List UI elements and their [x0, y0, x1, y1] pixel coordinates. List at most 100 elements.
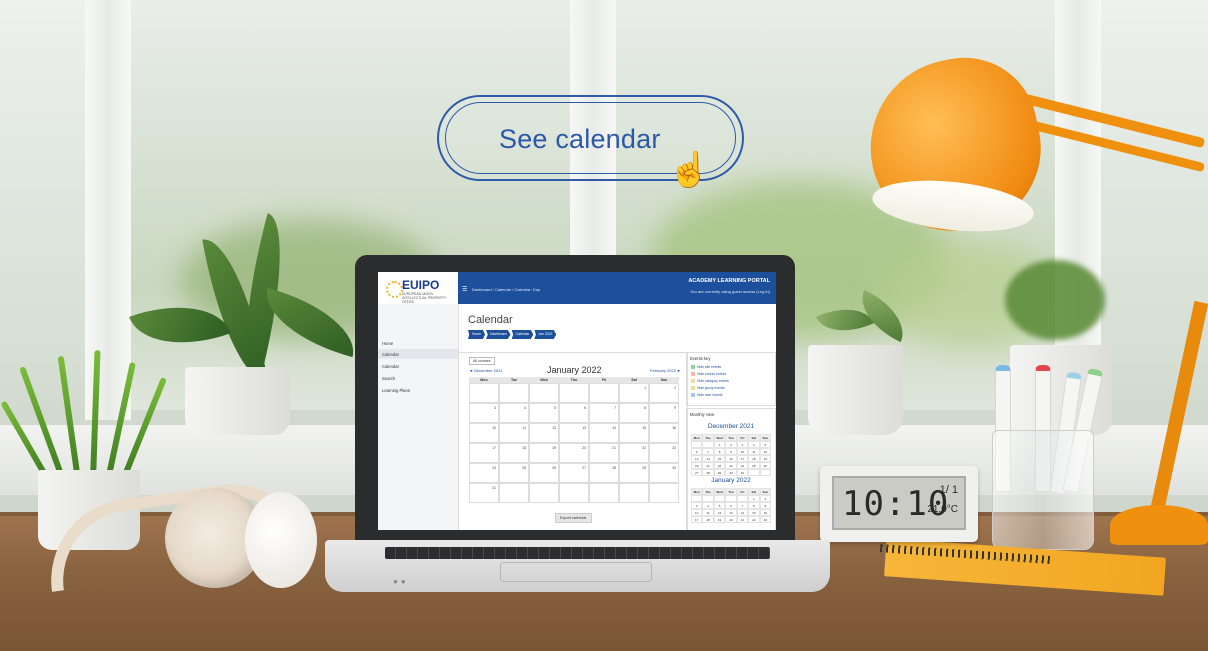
mini-day-cell[interactable]: 17 [691, 516, 703, 523]
mini-day-cell[interactable]: 24 [736, 462, 749, 469]
calendar-day-cell[interactable]: 27 [559, 463, 589, 483]
mini-day-cell[interactable]: 14 [702, 455, 714, 462]
breadcrumb-dashboard[interactable]: Dashboard [486, 330, 511, 339]
mini-day-cell[interactable]: 9 [725, 448, 737, 455]
mini-day-cell[interactable]: 12 [759, 448, 771, 455]
calendar-day-cell[interactable]: 3 [469, 403, 499, 423]
calendar-day-cell[interactable]: 1 [619, 383, 649, 403]
calendar-day-cell[interactable]: 8 [619, 403, 649, 423]
sidebar-item-learning-plans[interactable]: Learning Plans [382, 388, 410, 393]
calendar-day-cell[interactable]: 31 [469, 483, 499, 503]
mini-day-cell[interactable]: 9 [759, 502, 771, 509]
mini-day-cell[interactable]: 7 [736, 502, 749, 509]
mini-day-cell[interactable]: 10 [691, 509, 703, 516]
mini-day-cell[interactable]: 18 [702, 516, 714, 523]
calendar-day-cell[interactable]: 26 [529, 463, 559, 483]
calendar-day-cell[interactable]: 28 [589, 463, 619, 483]
mini-day-cell[interactable]: 31 [736, 469, 749, 476]
mini-day-cell[interactable]: 2 [725, 441, 737, 448]
calendar-day-cell[interactable]: 19 [529, 443, 559, 463]
calendar-day-cell[interactable] [499, 483, 529, 503]
mini-day-cell[interactable]: 12 [713, 509, 726, 516]
calendar-day-cell[interactable]: 18 [499, 443, 529, 463]
mini-day-cell[interactable] [725, 495, 737, 502]
lms-logo[interactable]: EUIPO EUROPEAN UNION INTELLECTUAL PROPER… [378, 272, 458, 304]
calendar-day-cell[interactable]: 4 [499, 403, 529, 423]
mini-day-cell[interactable]: 21 [702, 462, 714, 469]
events-key-item[interactable]: Hide course events [691, 372, 726, 377]
mini-day-cell[interactable]: 20 [725, 516, 737, 523]
mini-day-cell[interactable]: 6 [725, 502, 737, 509]
sidebar-item-calendar[interactable]: Calendar [382, 352, 399, 357]
mini-day-cell[interactable] [702, 495, 714, 502]
calendar-day-cell[interactable]: 13 [559, 423, 589, 443]
mini-day-cell[interactable]: 4 [748, 441, 760, 448]
mini-day-cell[interactable]: 18 [748, 455, 760, 462]
mini-day-cell[interactable] [691, 495, 703, 502]
calendar-day-cell[interactable]: 15 [619, 423, 649, 443]
calendar-day-cell[interactable]: 9 [649, 403, 679, 423]
mini-day-cell[interactable]: 7 [702, 448, 714, 455]
events-key-item[interactable]: Hide category events [691, 379, 729, 384]
mini-day-cell[interactable]: 13 [725, 509, 737, 516]
breadcrumb-month[interactable]: Jan 2022 [534, 330, 557, 339]
topbar-breadcrumb[interactable]: Dashboard / Calendar / Calendar: Day [472, 287, 540, 292]
mini-day-cell[interactable]: 11 [748, 448, 760, 455]
mini-day-cell[interactable]: 2 [759, 495, 771, 502]
mini-day-cell[interactable]: 21 [736, 516, 749, 523]
mini-day-cell[interactable]: 1 [713, 441, 726, 448]
mini-day-cell[interactable]: 5 [713, 502, 726, 509]
calendar-day-cell[interactable] [649, 483, 679, 503]
mini-day-cell[interactable]: 16 [725, 455, 737, 462]
mini-day-cell[interactable]: 30 [725, 469, 737, 476]
mini-day-cell[interactable] [702, 441, 714, 448]
mini-day-cell[interactable]: 1 [748, 495, 760, 502]
course-filter-select[interactable]: All courses [469, 357, 495, 365]
calendar-day-cell[interactable]: 11 [499, 423, 529, 443]
mini-day-cell[interactable]: 5 [759, 441, 771, 448]
mini-day-cell[interactable]: 17 [736, 455, 749, 462]
calendar-day-cell[interactable]: 22 [619, 443, 649, 463]
breadcrumb-home[interactable]: Home [468, 330, 486, 339]
calendar-day-cell[interactable]: 21 [589, 443, 619, 463]
events-key-item[interactable]: Hide user events [691, 393, 722, 398]
mini-day-cell[interactable]: 8 [748, 502, 760, 509]
mini-day-cell[interactable] [759, 469, 771, 476]
calendar-day-cell[interactable] [529, 383, 559, 403]
mini-day-cell[interactable]: 25 [748, 462, 760, 469]
mini-day-cell[interactable]: 11 [702, 509, 714, 516]
mini-day-cell[interactable]: 8 [713, 448, 726, 455]
calendar-day-cell[interactable] [589, 483, 619, 503]
mini-day-cell[interactable]: 3 [691, 502, 703, 509]
calendar-day-cell[interactable] [499, 383, 529, 403]
breadcrumb-calendar[interactable]: Calendar [511, 330, 534, 339]
mini-day-cell[interactable] [691, 441, 703, 448]
mini-day-cell[interactable]: 15 [713, 455, 726, 462]
calendar-day-cell[interactable]: 20 [559, 443, 589, 463]
calendar-day-cell[interactable] [529, 483, 559, 503]
calendar-day-cell[interactable]: 24 [469, 463, 499, 483]
mini-day-cell[interactable]: 3 [736, 441, 749, 448]
calendar-day-cell[interactable]: 12 [529, 423, 559, 443]
calendar-day-cell[interactable]: 23 [649, 443, 679, 463]
calendar-day-cell[interactable] [559, 383, 589, 403]
mini-day-cell[interactable] [713, 495, 726, 502]
calendar-day-cell[interactable]: 14 [589, 423, 619, 443]
next-month-link[interactable]: February 2022 ► [650, 368, 681, 373]
prev-month-link[interactable]: ◄ December 2021 [469, 368, 503, 373]
mini-day-cell[interactable]: 22 [748, 516, 760, 523]
events-key-item[interactable]: Hide group events [691, 386, 725, 391]
calendar-day-cell[interactable]: 7 [589, 403, 619, 423]
calendar-day-cell[interactable]: 6 [559, 403, 589, 423]
calendar-day-cell[interactable] [559, 483, 589, 503]
calendar-day-cell[interactable]: 16 [649, 423, 679, 443]
mini-day-cell[interactable]: 10 [736, 448, 749, 455]
login-status[interactable]: You are currently using guest access (Lo… [690, 289, 770, 294]
hamburger-menu-icon[interactable]: ☰ [462, 286, 467, 293]
mini-day-cell[interactable]: 19 [759, 455, 771, 462]
mini-day-cell[interactable]: 15 [748, 509, 760, 516]
mini-day-cell[interactable]: 16 [759, 509, 771, 516]
mini-day-cell[interactable]: 6 [691, 448, 703, 455]
sidebar-item-home[interactable]: Home [382, 341, 393, 346]
calendar-day-cell[interactable]: 2 [649, 383, 679, 403]
